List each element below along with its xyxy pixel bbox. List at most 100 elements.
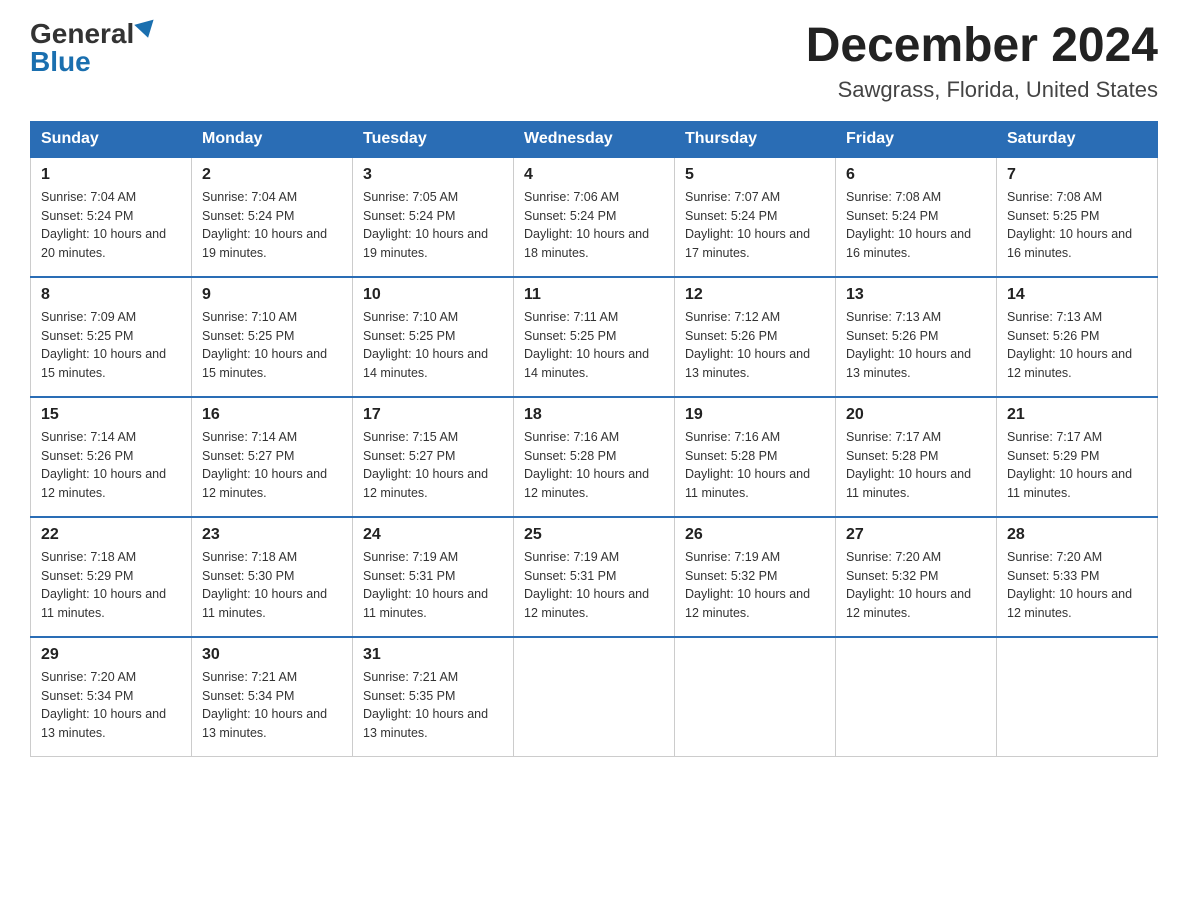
calendar-cell: 6Sunrise: 7:08 AMSunset: 5:24 PMDaylight… <box>836 157 997 277</box>
calendar-cell: 16 Sunrise: 7:14 AMSunset: 5:27 PMDayligh… <box>192 397 353 517</box>
calendar-cell: 1 Sunrise: 7:04 AMSunset: 5:24 PMDaylight… <box>31 157 192 277</box>
calendar-cell: 21 Sunrise: 7:17 AMSunset: 5:29 PMDayligh… <box>997 397 1158 517</box>
calendar-cell: 25Sunrise: 7:19 AMSunset: 5:31 PMDayligh… <box>514 517 675 637</box>
header-friday: Friday <box>836 121 997 157</box>
day-info: Sunrise: 7:10 AMSunset: 5:25 PMDaylight:… <box>363 308 503 383</box>
day-info: Sunrise: 7:21 AMSunset: 5:35 PMDaylight:… <box>363 668 503 743</box>
day-info: Sunrise: 7:14 AMSunset: 5:26 PMDaylight:… <box>41 428 181 503</box>
day-info: Sunrise: 7:04 AMSunset: 5:24 PMDaylight:… <box>202 188 342 263</box>
day-info: Sunrise: 7:17 AMSunset: 5:28 PMDaylight:… <box>846 428 986 503</box>
day-number: 21 <box>1007 406 1147 424</box>
calendar-cell <box>675 637 836 757</box>
calendar-cell: 30Sunrise: 7:21 AMSunset: 5:34 PMDayligh… <box>192 637 353 757</box>
header-wednesday: Wednesday <box>514 121 675 157</box>
day-number: 27 <box>846 526 986 544</box>
day-info: Sunrise: 7:17 AMSunset: 5:29 PMDaylight:… <box>1007 428 1147 503</box>
day-info: Sunrise: 7:14 AMSunset: 5:27 PMDaylight:… <box>202 428 342 503</box>
calendar-cell: 13Sunrise: 7:13 AMSunset: 5:26 PMDayligh… <box>836 277 997 397</box>
day-info: Sunrise: 7:08 AMSunset: 5:25 PMDaylight:… <box>1007 188 1147 263</box>
logo: General Blue <box>30 20 156 76</box>
day-number: 24 <box>363 526 503 544</box>
day-info: Sunrise: 7:20 AMSunset: 5:33 PMDaylight:… <box>1007 548 1147 623</box>
header-thursday: Thursday <box>675 121 836 157</box>
day-info: Sunrise: 7:16 AMSunset: 5:28 PMDaylight:… <box>685 428 825 503</box>
logo-triangle-icon <box>135 20 158 41</box>
day-info: Sunrise: 7:11 AMSunset: 5:25 PMDaylight:… <box>524 308 664 383</box>
calendar-cell: 3 Sunrise: 7:05 AMSunset: 5:24 PMDaylight… <box>353 157 514 277</box>
calendar-cell: 31 Sunrise: 7:21 AMSunset: 5:35 PMDayligh… <box>353 637 514 757</box>
calendar-week-row: 29 Sunrise: 7:20 AMSunset: 5:34 PMDayligh… <box>31 637 1158 757</box>
calendar-cell: 2Sunrise: 7:04 AMSunset: 5:24 PMDaylight… <box>192 157 353 277</box>
day-info: Sunrise: 7:20 AMSunset: 5:34 PMDaylight:… <box>41 668 181 743</box>
day-number: 29 <box>41 646 181 664</box>
header-sunday: Sunday <box>31 121 192 157</box>
day-number: 18 <box>524 406 664 424</box>
day-number: 19 <box>685 406 825 424</box>
calendar-cell: 17 Sunrise: 7:15 AMSunset: 5:27 PMDayligh… <box>353 397 514 517</box>
calendar-week-row: 22Sunrise: 7:18 AMSunset: 5:29 PMDayligh… <box>31 517 1158 637</box>
location-title: Sawgrass, Florida, United States <box>806 77 1158 103</box>
day-number: 14 <box>1007 286 1147 304</box>
calendar-cell: 8 Sunrise: 7:09 AMSunset: 5:25 PMDaylight… <box>31 277 192 397</box>
day-number: 7 <box>1007 166 1147 184</box>
calendar-cell: 7 Sunrise: 7:08 AMSunset: 5:25 PMDaylight… <box>997 157 1158 277</box>
day-number: 1 <box>41 166 181 184</box>
day-info: Sunrise: 7:05 AMSunset: 5:24 PMDaylight:… <box>363 188 503 263</box>
day-number: 15 <box>41 406 181 424</box>
day-number: 5 <box>685 166 825 184</box>
day-number: 22 <box>41 526 181 544</box>
calendar-cell <box>514 637 675 757</box>
day-info: Sunrise: 7:15 AMSunset: 5:27 PMDaylight:… <box>363 428 503 503</box>
day-number: 3 <box>363 166 503 184</box>
day-number: 28 <box>1007 526 1147 544</box>
day-info: Sunrise: 7:21 AMSunset: 5:34 PMDaylight:… <box>202 668 342 743</box>
month-title: December 2024 <box>806 20 1158 73</box>
day-info: Sunrise: 7:06 AMSunset: 5:24 PMDaylight:… <box>524 188 664 263</box>
calendar-cell: 23 Sunrise: 7:18 AMSunset: 5:30 PMDayligh… <box>192 517 353 637</box>
header-tuesday: Tuesday <box>353 121 514 157</box>
day-info: Sunrise: 7:04 AMSunset: 5:24 PMDaylight:… <box>41 188 181 263</box>
calendar-week-row: 15 Sunrise: 7:14 AMSunset: 5:26 PMDayligh… <box>31 397 1158 517</box>
calendar-cell <box>997 637 1158 757</box>
day-number: 12 <box>685 286 825 304</box>
day-info: Sunrise: 7:18 AMSunset: 5:30 PMDaylight:… <box>202 548 342 623</box>
title-section: December 2024 Sawgrass, Florida, United … <box>806 20 1158 103</box>
day-info: Sunrise: 7:10 AMSunset: 5:25 PMDaylight:… <box>202 308 342 383</box>
logo-general: General <box>30 20 134 48</box>
calendar-cell: 15 Sunrise: 7:14 AMSunset: 5:26 PMDayligh… <box>31 397 192 517</box>
calendar-cell: 19 Sunrise: 7:16 AMSunset: 5:28 PMDayligh… <box>675 397 836 517</box>
calendar-cell: 9Sunrise: 7:10 AMSunset: 5:25 PMDaylight… <box>192 277 353 397</box>
calendar-cell: 27Sunrise: 7:20 AMSunset: 5:32 PMDayligh… <box>836 517 997 637</box>
day-number: 26 <box>685 526 825 544</box>
day-number: 10 <box>363 286 503 304</box>
day-info: Sunrise: 7:12 AMSunset: 5:26 PMDaylight:… <box>685 308 825 383</box>
day-number: 23 <box>202 526 342 544</box>
calendar-week-row: 8 Sunrise: 7:09 AMSunset: 5:25 PMDaylight… <box>31 277 1158 397</box>
calendar-cell: 28 Sunrise: 7:20 AMSunset: 5:33 PMDayligh… <box>997 517 1158 637</box>
logo-blue: Blue <box>30 48 91 76</box>
header-monday: Monday <box>192 121 353 157</box>
calendar-week-row: 1 Sunrise: 7:04 AMSunset: 5:24 PMDaylight… <box>31 157 1158 277</box>
calendar-cell: 24 Sunrise: 7:19 AMSunset: 5:31 PMDayligh… <box>353 517 514 637</box>
day-number: 16 <box>202 406 342 424</box>
calendar-table: SundayMondayTuesdayWednesdayThursdayFrid… <box>30 121 1158 758</box>
day-info: Sunrise: 7:19 AMSunset: 5:31 PMDaylight:… <box>363 548 503 623</box>
calendar-cell: 11 Sunrise: 7:11 AMSunset: 5:25 PMDayligh… <box>514 277 675 397</box>
day-number: 17 <box>363 406 503 424</box>
day-number: 31 <box>363 646 503 664</box>
day-number: 4 <box>524 166 664 184</box>
calendar-cell: 18 Sunrise: 7:16 AMSunset: 5:28 PMDayligh… <box>514 397 675 517</box>
header-saturday: Saturday <box>997 121 1158 157</box>
day-number: 11 <box>524 286 664 304</box>
day-info: Sunrise: 7:19 AMSunset: 5:32 PMDaylight:… <box>685 548 825 623</box>
calendar-cell: 20Sunrise: 7:17 AMSunset: 5:28 PMDayligh… <box>836 397 997 517</box>
day-number: 8 <box>41 286 181 304</box>
calendar-cell <box>836 637 997 757</box>
day-info: Sunrise: 7:07 AMSunset: 5:24 PMDaylight:… <box>685 188 825 263</box>
calendar-cell: 10 Sunrise: 7:10 AMSunset: 5:25 PMDayligh… <box>353 277 514 397</box>
day-info: Sunrise: 7:19 AMSunset: 5:31 PMDaylight:… <box>524 548 664 623</box>
calendar-cell: 5 Sunrise: 7:07 AMSunset: 5:24 PMDaylight… <box>675 157 836 277</box>
calendar-cell: 29 Sunrise: 7:20 AMSunset: 5:34 PMDayligh… <box>31 637 192 757</box>
day-info: Sunrise: 7:16 AMSunset: 5:28 PMDaylight:… <box>524 428 664 503</box>
day-info: Sunrise: 7:09 AMSunset: 5:25 PMDaylight:… <box>41 308 181 383</box>
